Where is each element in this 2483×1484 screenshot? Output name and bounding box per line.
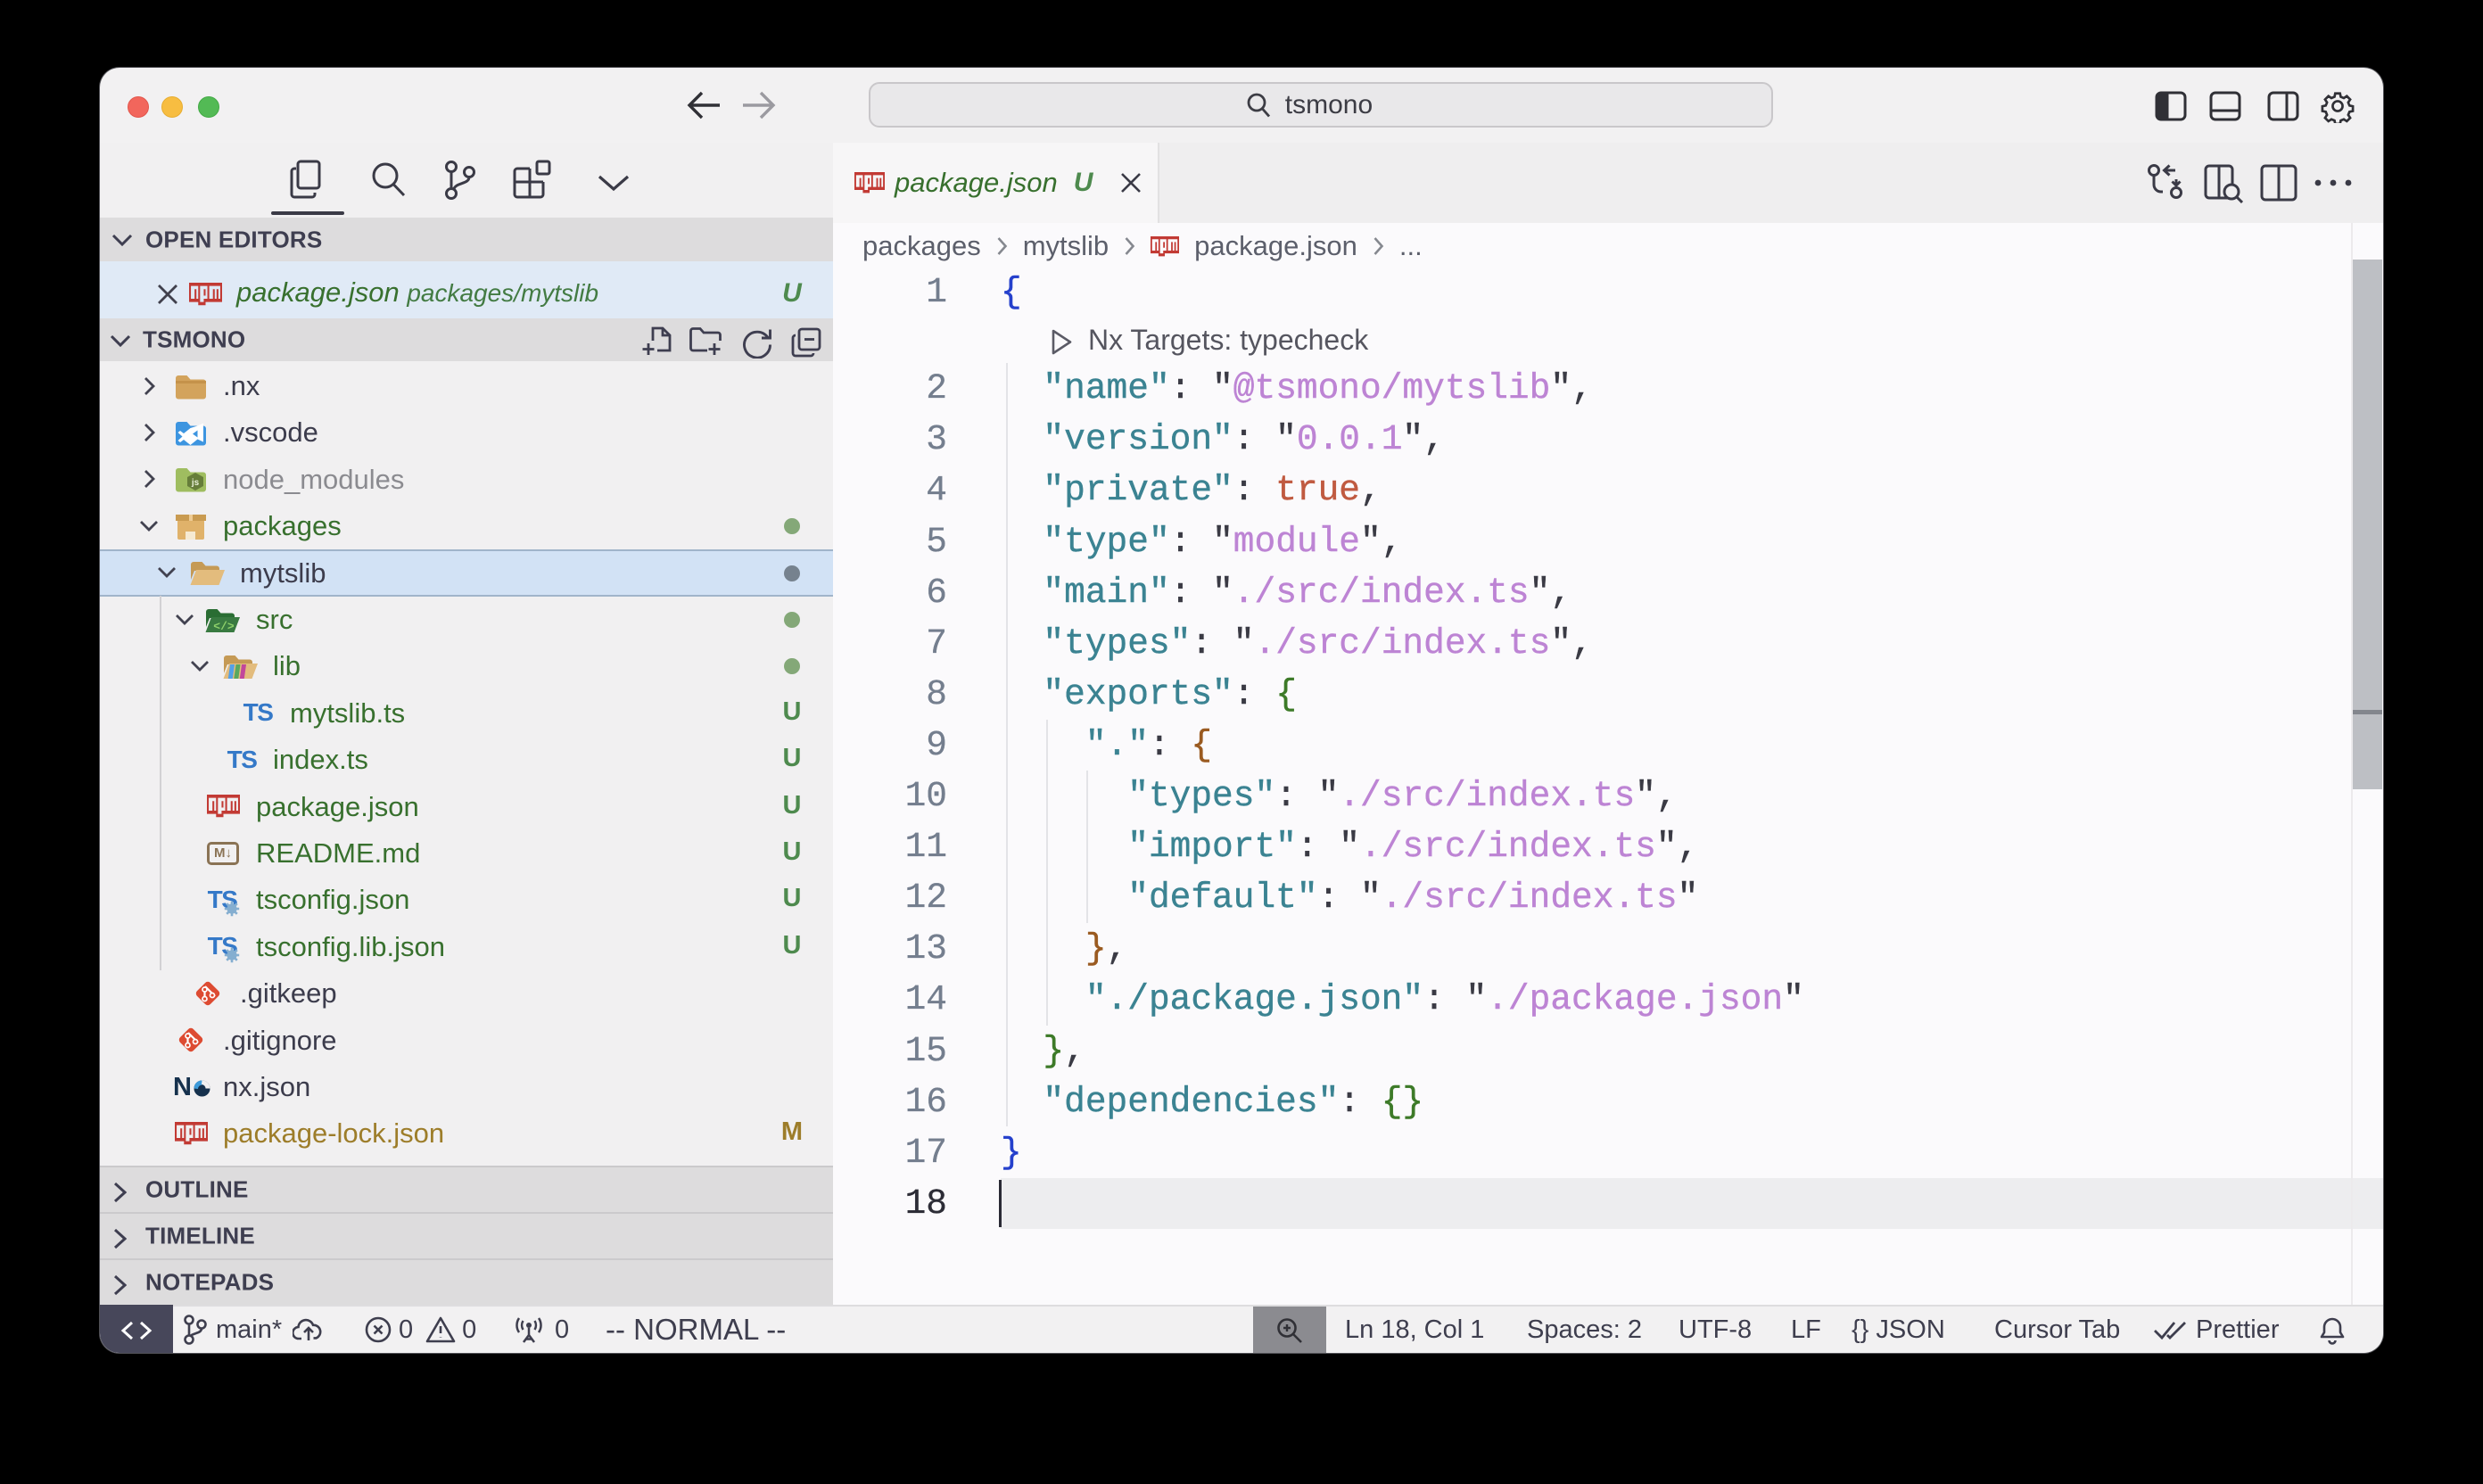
svg-text:js: js bbox=[191, 478, 200, 488]
svg-text:</>: </> bbox=[213, 620, 235, 633]
